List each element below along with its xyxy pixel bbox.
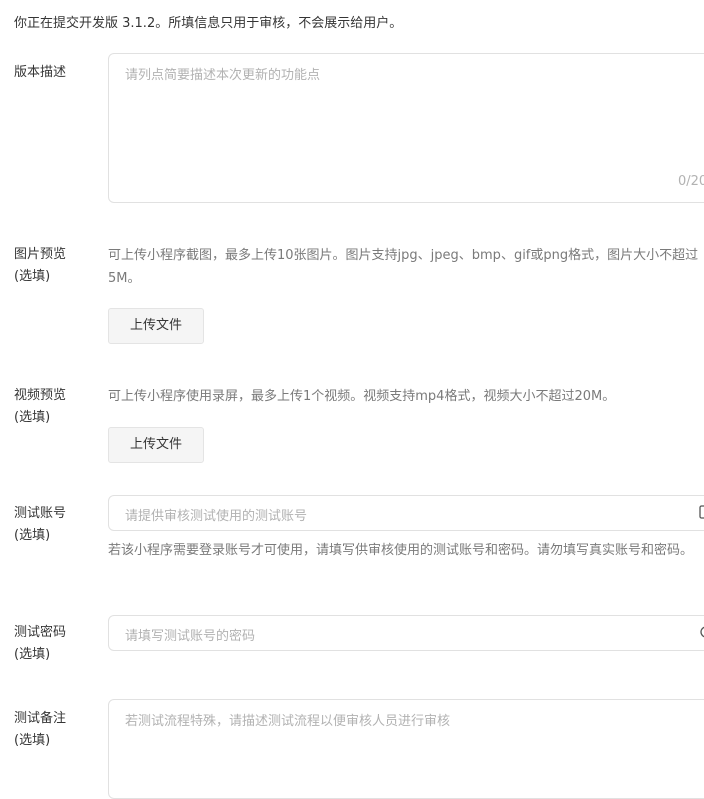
test-note-label-optional: (选填) bbox=[14, 733, 51, 748]
video-preview-label-title: 视频预览 bbox=[14, 388, 67, 403]
test-account-label-title: 测试账号 bbox=[14, 506, 67, 521]
video-upload-button[interactable]: 上传文件 bbox=[108, 427, 204, 463]
image-preview-tip: 可上传小程序截图，最多上传10张图片。图片支持jpg、jpeg、bmp、gif或… bbox=[108, 248, 699, 286]
test-password-placeholder: 请填写测试账号的密码 bbox=[125, 629, 256, 644]
password-visibility-icon[interactable] bbox=[699, 625, 704, 639]
test-account-placeholder: 请提供审核测试使用的测试账号 bbox=[125, 509, 308, 524]
version-desc-label-text: 版本描述 bbox=[14, 65, 67, 80]
version-desc-label: 版本描述 bbox=[14, 62, 66, 84]
version-desc-placeholder: 请列点简要描述本次更新的功能点 bbox=[125, 68, 321, 83]
test-account-tip: 若该小程序需要登录账号才可使用，请填写供审核使用的测试账号和密码。请勿填写真实账… bbox=[108, 543, 694, 558]
account-clipboard-icon[interactable] bbox=[699, 505, 704, 519]
video-preview-label-optional: (选填) bbox=[14, 410, 51, 425]
test-account-input[interactable]: 请提供审核测试使用的测试账号 bbox=[108, 495, 704, 531]
test-account-label-optional: (选填) bbox=[14, 528, 51, 543]
test-note-placeholder: 若测试流程特殊，请描述测试流程以便审核人员进行审核 bbox=[125, 714, 451, 729]
image-preview-label-title: 图片预览 bbox=[14, 247, 67, 262]
test-password-label-optional: (选填) bbox=[14, 647, 51, 662]
test-password-input[interactable]: 请填写测试账号的密码 bbox=[108, 615, 704, 651]
test-note-textarea[interactable]: 若测试流程特殊，请描述测试流程以便审核人员进行审核 bbox=[108, 699, 704, 799]
submission-notice: 你正在提交开发版 3.1.2。所填信息只用于审核，不会展示给用户。 bbox=[14, 16, 403, 31]
version-desc-textarea[interactable]: 请列点简要描述本次更新的功能点 0/200 bbox=[108, 53, 704, 203]
test-note-label-title: 测试备注 bbox=[14, 711, 67, 726]
image-upload-button[interactable]: 上传文件 bbox=[108, 308, 204, 344]
image-preview-label-optional: (选填) bbox=[14, 269, 51, 284]
version-desc-char-counter: 0/200 bbox=[678, 174, 704, 189]
video-preview-label: 视频预览 (选填) bbox=[14, 385, 66, 429]
test-password-label: 测试密码 (选填) bbox=[14, 622, 66, 666]
test-note-label: 测试备注 (选填) bbox=[14, 708, 66, 752]
video-preview-tip: 可上传小程序使用录屏，最多上传1个视频。视频支持mp4格式，视频大小不超过20M… bbox=[108, 389, 616, 404]
test-password-label-title: 测试密码 bbox=[14, 625, 67, 640]
test-account-label: 测试账号 (选填) bbox=[14, 503, 66, 547]
image-preview-label: 图片预览 (选填) bbox=[14, 244, 66, 288]
